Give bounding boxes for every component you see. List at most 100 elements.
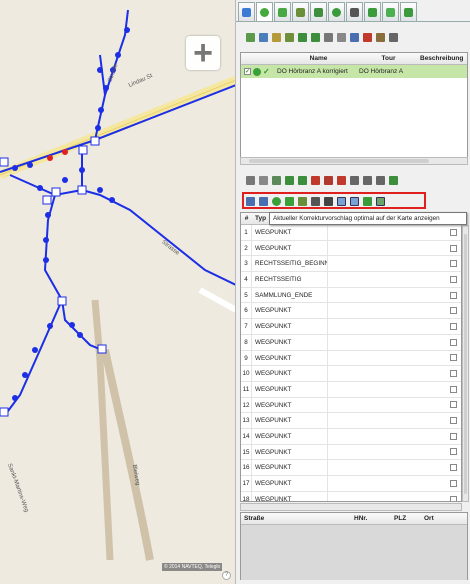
- table-row[interactable]: 11 WEGPUNKT: [241, 381, 461, 398]
- table-row[interactable]: 4 RECHTSSEITIG: [241, 272, 461, 288]
- down-icon[interactable]: [298, 175, 307, 185]
- col-street[interactable]: Straße: [241, 515, 351, 522]
- row-checkbox[interactable]: [449, 401, 457, 409]
- highlight-box: [242, 192, 426, 209]
- table-row[interactable]: 7 WEGPUNKT: [241, 319, 461, 335]
- row-checkbox[interactable]: [449, 338, 457, 346]
- zoom-in-button[interactable]: +: [186, 36, 220, 70]
- col-zip[interactable]: PLZ: [391, 515, 421, 522]
- col-house-number[interactable]: HNr.: [351, 515, 391, 522]
- row-checkbox[interactable]: [449, 479, 457, 487]
- save-icon[interactable]: [259, 32, 268, 42]
- grid-x-icon[interactable]: [324, 175, 333, 185]
- routes-icon: [242, 7, 251, 17]
- row-checkbox[interactable]: [449, 370, 457, 378]
- tab-gears[interactable]: [292, 2, 309, 21]
- tab-truck[interactable]: [364, 2, 381, 21]
- device-icon: [350, 7, 359, 17]
- table-row[interactable]: 15 WEGPUNKT: [241, 444, 461, 461]
- clipboard-icon[interactable]: [376, 32, 385, 42]
- up-icon[interactable]: [285, 175, 294, 185]
- flask-icon[interactable]: [389, 32, 398, 42]
- row-number: 5: [241, 287, 252, 303]
- row-checkbox[interactable]: [449, 322, 457, 330]
- list-plus-icon[interactable]: [389, 175, 398, 185]
- vertical-scrollbar[interactable]: [462, 225, 469, 502]
- row-checkbox[interactable]: [449, 275, 457, 283]
- export-icon[interactable]: [311, 32, 320, 42]
- row-type: WEGPUNKT: [252, 444, 328, 460]
- row-checkbox[interactable]: ✓: [244, 68, 251, 75]
- row-checkbox[interactable]: [449, 307, 457, 315]
- table-row[interactable]: 13 WEGPUNKT: [241, 413, 461, 429]
- table-row[interactable]: 12 WEGPUNKT: [241, 397, 461, 414]
- import-icon[interactable]: [298, 32, 307, 42]
- horizontal-scrollbar-2[interactable]: [240, 503, 462, 511]
- tab-hand[interactable]: [400, 2, 417, 21]
- table-row[interactable]: 18 WEGPUNKT: [241, 491, 461, 501]
- add-point-icon[interactable]: [350, 175, 359, 185]
- row-number: 17: [241, 476, 252, 491]
- row-number: 2: [241, 240, 252, 256]
- row-checkbox[interactable]: [449, 291, 457, 299]
- table-row[interactable]: 8 WEGPUNKT: [241, 334, 461, 351]
- col-number[interactable]: #: [241, 215, 252, 222]
- table-row[interactable]: 16 WEGPUNKT: [241, 460, 461, 476]
- status-ok-icon: [253, 67, 261, 76]
- row-checkbox[interactable]: [449, 495, 457, 501]
- grid-delete-icon[interactable]: [363, 32, 372, 42]
- tab-chart[interactable]: [310, 2, 327, 21]
- row-checkbox[interactable]: [449, 448, 457, 456]
- tab-grid[interactable]: [274, 2, 291, 21]
- tab-device[interactable]: [346, 2, 363, 21]
- copy-icon[interactable]: [272, 175, 281, 185]
- table-row[interactable]: 14 WEGPUNKT: [241, 428, 461, 445]
- row-checkbox[interactable]: [449, 464, 457, 472]
- delete-flag-icon[interactable]: [311, 175, 320, 185]
- help-icon[interactable]: ?: [222, 571, 231, 580]
- table-row[interactable]: 9 WEGPUNKT: [241, 350, 461, 367]
- col-city[interactable]: Ort: [421, 515, 467, 522]
- tab-cycle[interactable]: [256, 2, 273, 22]
- address-table: Straße HNr. PLZ Ort: [240, 512, 468, 580]
- table-row[interactable]: 3 RECHTSSEITIG_BEGINN: [241, 256, 461, 273]
- row-type: WEGPUNKT: [252, 366, 328, 381]
- sort-icon[interactable]: [350, 32, 359, 42]
- table-row[interactable]: 6 WEGPUNKT: [241, 303, 461, 320]
- pen-icon[interactable]: [285, 32, 294, 42]
- row-checkbox[interactable]: [449, 244, 457, 252]
- cut-icon[interactable]: [259, 175, 268, 185]
- tab-path[interactable]: [382, 2, 399, 21]
- list-icon[interactable]: [337, 32, 346, 42]
- split-point-icon[interactable]: [363, 175, 372, 185]
- map-view[interactable]: Lindau St Stroble Strasse Bleiweg Sankt-…: [0, 0, 236, 584]
- pin-point-icon[interactable]: [376, 175, 385, 185]
- table-row[interactable]: 17 WEGPUNKT: [241, 476, 461, 492]
- row-checkbox[interactable]: [449, 354, 457, 362]
- table-row[interactable]: 10 WEGPUNKT: [241, 366, 461, 382]
- tour-table: Name Tour Beschreibung ✓ ✓ DO Hörbranz A…: [240, 52, 468, 162]
- row-name: DO Hörbranz A korrigiert: [277, 68, 348, 75]
- table-row[interactable]: ✓ ✓ DO Hörbranz A korrigiert DO Hörbranz…: [241, 65, 467, 78]
- horizontal-scrollbar[interactable]: [240, 157, 468, 165]
- row-type: WEGPUNKT: [252, 240, 328, 256]
- col-tour[interactable]: Tour: [357, 55, 417, 62]
- row-checkbox[interactable]: [449, 417, 457, 425]
- col-description[interactable]: Beschreibung: [417, 55, 467, 62]
- table-row[interactable]: 2 WEGPUNKT: [241, 240, 461, 257]
- split-icon[interactable]: [324, 32, 333, 42]
- table-row[interactable]: 1 WEGPUNKT: [241, 225, 461, 241]
- table-row[interactable]: 5 SAMMLUNG_ENDE: [241, 287, 461, 304]
- edit-icon[interactable]: [272, 32, 281, 42]
- row-checkbox[interactable]: [449, 228, 457, 236]
- row-checkbox[interactable]: [449, 385, 457, 393]
- tab-routes[interactable]: [238, 2, 255, 21]
- col-name[interactable]: Name: [277, 55, 357, 62]
- tab-pin[interactable]: [328, 2, 345, 21]
- remove-icon[interactable]: [337, 175, 346, 185]
- row-checkbox[interactable]: [449, 260, 457, 268]
- draw-icon[interactable]: [246, 175, 255, 185]
- row-type: WEGPUNKT: [252, 319, 328, 334]
- row-checkbox[interactable]: [449, 432, 457, 440]
- new-icon[interactable]: [246, 32, 255, 42]
